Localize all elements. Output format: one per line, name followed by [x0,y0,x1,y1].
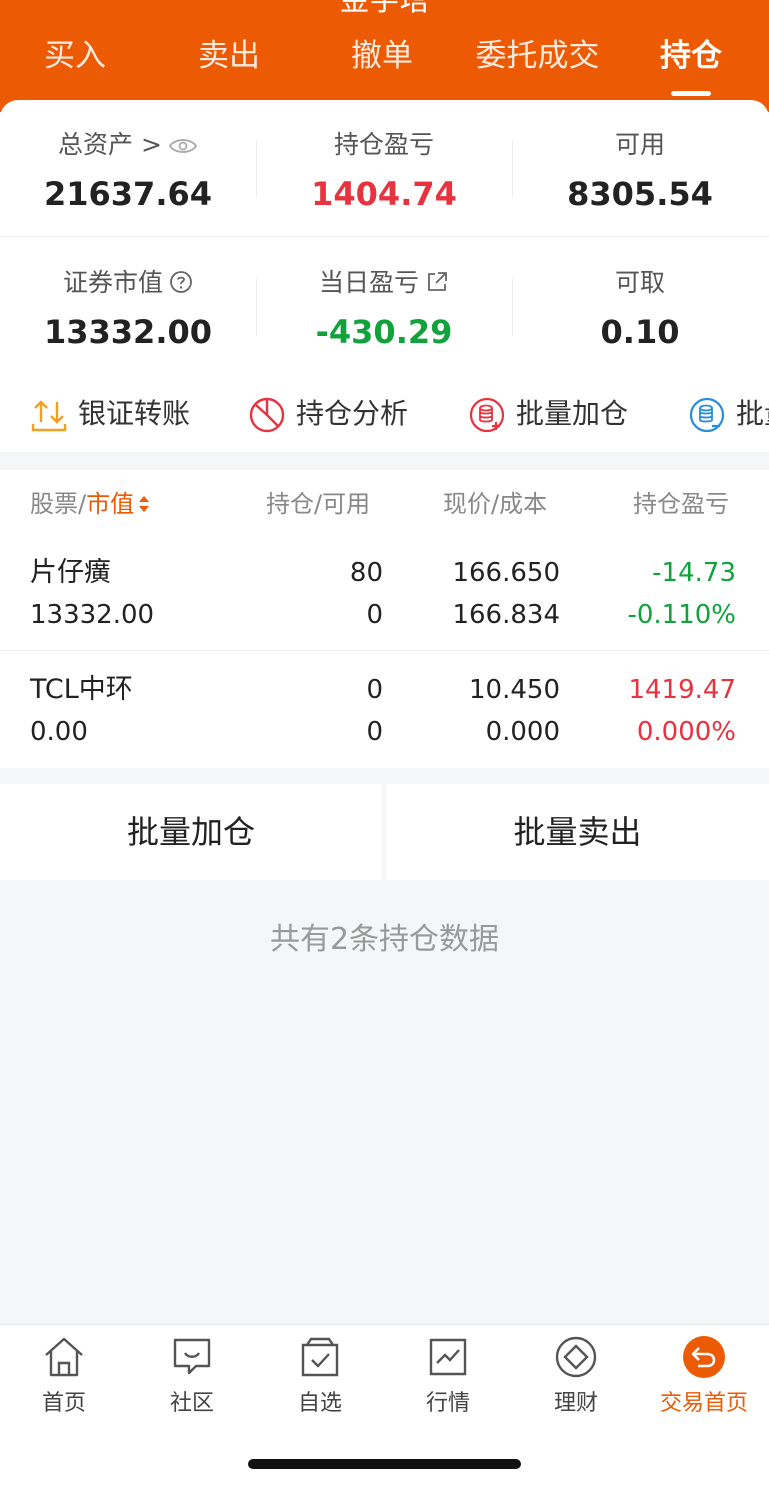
nav-wealth[interactable]: 理财 [512,1335,640,1416]
batch-sell-button[interactable]: 批量卖出 [386,784,769,880]
available-qty: 0 [366,717,383,747]
stock-market-value: 13332.00 [30,600,155,630]
batch-add-button[interactable]: 批量加仓 [0,784,382,880]
total-assets-label: 总资产 > [58,130,162,159]
current-price: 10.450 [469,675,560,705]
home-icon [45,1337,83,1377]
position-pl-pct: 0.000% [636,717,736,747]
chat-icon [173,1338,211,1375]
table-row[interactable]: TCL中环 0.00 0 0 10.450 0.000 1419.47 0.00… [0,653,769,770]
transfer-icon [31,400,67,432]
batch-buttons: 批量加仓 批量卖出 [0,784,769,880]
daily-pl-value: -430.29 [315,313,453,351]
holdings-table: 股票/市值 持仓/可用 现价/成本 持仓盈亏 片仔癀 13332.00 80 0… [0,470,769,768]
available-cell: 可用 8305.54 [512,100,768,230]
eye-icon[interactable] [168,137,198,155]
external-link-icon[interactable] [425,270,449,294]
daily-pl-label: 当日盈亏 [318,268,419,297]
position-analysis-button[interactable]: 持仓分析 [248,392,438,436]
asset-row-1: 总资产 > 21637.64 持仓盈亏 1404.74 可用 8305.54 [0,100,769,230]
nav-home[interactable]: 首页 [0,1335,128,1416]
coins-minus-icon [689,397,725,433]
position-pl-cell: 持仓盈亏 1404.74 [256,100,512,230]
position-pl-label: 持仓盈亏 [333,130,434,159]
current-price: 166.650 [452,558,560,588]
asset-row-2: 证券市值 13332.00 当日盈亏 -430.29 可取 0.10 [0,238,769,368]
asset-summary-card: 总资产 > 21637.64 持仓盈亏 1404.74 可用 8305.54 证… [0,100,769,452]
stock-name: TCL中环 [30,674,133,705]
stock-name: 片仔癀 [30,557,111,588]
home-indicator[interactable] [248,1459,521,1469]
pie-chart-icon [249,397,285,433]
return-icon [683,1336,725,1378]
question-icon[interactable] [169,270,193,294]
position-pl: 1419.47 [628,675,736,705]
position-pl-value: 1404.74 [311,175,457,213]
daily-pl-cell[interactable]: 当日盈亏 -430.29 [256,238,512,368]
withdrawable-cell: 可取 0.10 [512,238,768,368]
active-tab-indicator [671,91,711,96]
table-row[interactable]: 片仔癀 13332.00 80 0 166.650 166.834 -14.73… [0,536,769,653]
total-assets-value: 21637.64 [43,175,212,213]
diamond-icon [555,1336,597,1378]
position-qty: 80 [349,558,383,588]
batch-add-shortcut[interactable]: 批量加仓 [468,392,658,436]
nav-community[interactable]: 社区 [128,1335,256,1416]
stock-market-value: 0.00 [30,717,88,747]
row-divider [0,650,769,651]
watchlist-icon [301,1337,339,1377]
sort-icon [139,496,150,512]
available-label: 可用 [614,130,665,159]
tab-buy[interactable]: 买入 [30,34,120,78]
coins-plus-icon [469,397,505,433]
nav-market[interactable]: 行情 [384,1335,512,1416]
shortcut-actions: 银证转账 持仓分析 批量加仓 批量 [0,376,769,452]
bank-transfer-button[interactable]: 银证转账 [30,392,220,436]
market-value-value: 13332.00 [43,313,212,351]
trade-tabs: 买入 卖出 撤单 委托成交 持仓 [0,34,769,80]
market-value-cell: 证券市值 13332.00 [0,238,256,368]
nav-watchlist[interactable]: 自选 [256,1335,384,1416]
position-qty: 0 [366,675,383,705]
tab-positions[interactable]: 持仓 [646,34,736,78]
header-title: 金字塔 [339,0,430,18]
tab-cancel-order[interactable]: 撤单 [337,34,427,78]
available-qty: 0 [366,600,383,630]
header-stock-market-value[interactable]: 股票/市值 [30,488,151,520]
header-position-available: 持仓/可用 [266,490,371,518]
cost-price: 0.000 [485,717,560,747]
top-header: 金字塔 买入 卖出 撤单 委托成交 持仓 [0,0,769,112]
tab-sell[interactable]: 卖出 [184,34,274,78]
batch-sell-shortcut[interactable]: 批量 [688,392,769,436]
header-price-cost: 现价/成本 [443,490,548,518]
cost-price: 166.834 [452,600,560,630]
tab-orders-trades[interactable]: 委托成交 [465,34,610,78]
withdrawable-label: 可取 [614,268,665,297]
position-pl-pct: -0.110% [627,600,736,630]
market-value-label: 证券市值 [62,268,163,297]
trend-chart-icon [429,1338,467,1376]
position-pl: -14.73 [652,558,736,588]
withdrawable-value: 0.10 [600,313,680,351]
row-divider [0,236,769,237]
available-value: 8305.54 [567,175,713,213]
total-assets-cell[interactable]: 总资产 > 21637.64 [0,100,256,230]
header-position-pl: 持仓盈亏 [633,490,729,518]
nav-trade-home[interactable]: 交易首页 [640,1335,768,1416]
holdings-count-text: 共有2条持仓数据 [269,922,500,957]
